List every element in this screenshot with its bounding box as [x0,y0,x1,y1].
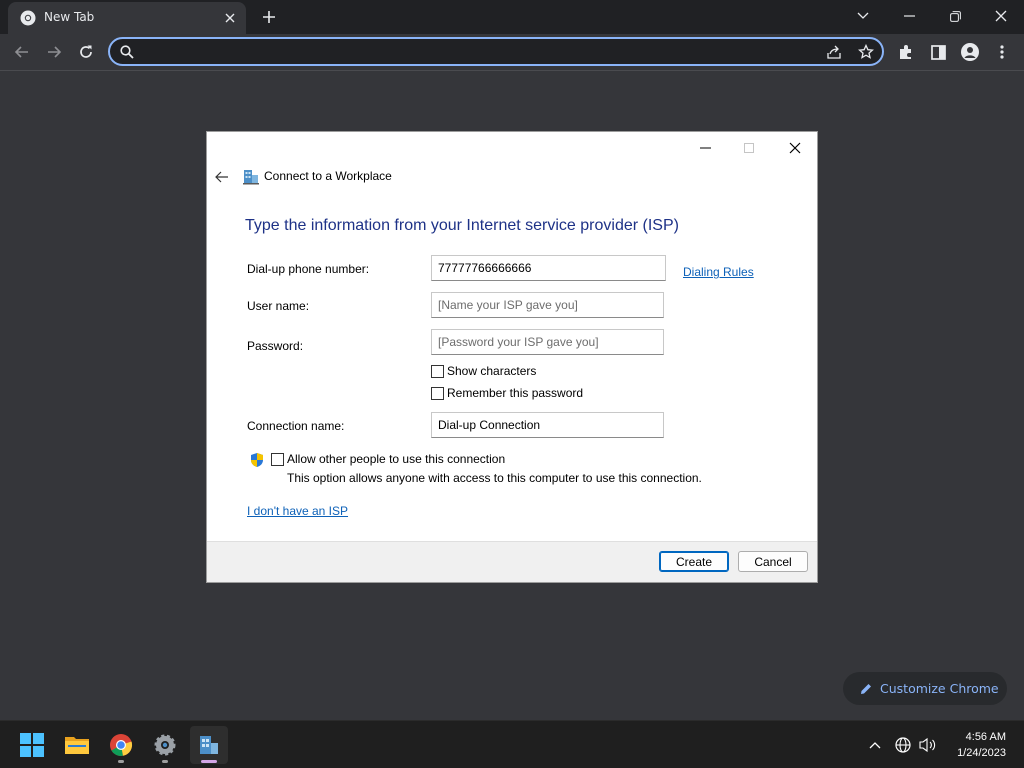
taskbar-settings[interactable] [146,726,184,764]
dialog-window-title: Connect to a Workplace [264,169,392,183]
forward-button[interactable] [41,39,67,65]
dialing-rules-link[interactable]: Dialing Rules [683,265,754,279]
kebab-menu-icon [1000,45,1004,59]
allow-others-checkbox[interactable] [271,452,284,466]
search-icon [119,44,135,60]
password-label: Password: [247,339,304,353]
extensions-button[interactable] [893,39,919,65]
remember-password-checkbox[interactable] [431,386,444,400]
create-button[interactable]: Create [659,551,729,572]
username-label: User name: [247,299,310,313]
cancel-button[interactable]: Cancel [738,551,808,572]
bookmark-star-icon[interactable] [858,44,874,60]
running-indicator [201,760,217,763]
gear-icon [154,734,176,756]
customize-chrome-button[interactable]: Customize Chrome [843,672,1007,705]
taskbar: 4:56 AM 1/24/2023 [0,720,1024,768]
start-button[interactable] [13,726,51,764]
browser-toolbar [0,34,1024,71]
pencil-icon [861,683,871,694]
volume-button[interactable] [919,736,937,754]
show-characters-label: Show characters [447,364,537,378]
new-tab-button[interactable] [258,6,280,28]
dialog-back-button[interactable] [212,167,232,187]
minimize-icon [903,15,915,17]
uac-shield-icon [251,453,263,467]
arrow-right-icon [48,46,62,58]
menu-button[interactable] [989,39,1015,65]
dialog-minimize-button[interactable] [683,134,727,162]
running-indicator [162,760,168,763]
back-button[interactable] [9,39,35,65]
taskbar-chrome[interactable] [102,726,140,764]
globe-icon [895,737,911,753]
phone-number-input[interactable] [431,255,666,281]
windows-logo-icon [20,733,44,757]
reload-icon [80,45,92,58]
chevron-down-icon [857,12,869,19]
arrow-left-icon [215,171,228,183]
dialog-close-button[interactable] [773,134,817,162]
tab-title: New Tab [44,10,95,24]
puzzle-icon [900,45,911,59]
connection-name-input[interactable] [431,412,664,438]
close-icon [789,142,801,154]
side-panel-button[interactable] [925,39,951,65]
minimize-icon [699,147,711,149]
side-panel-icon [930,44,946,60]
password-input[interactable] [431,329,664,355]
clock-time: 4:56 AM [965,731,1006,743]
chrome-icon [20,10,36,26]
dialog-maximize-button [727,134,771,162]
phone-number-label: Dial-up phone number: [247,262,370,276]
arrow-left-icon [14,46,28,58]
taskbar-file-explorer[interactable] [58,726,96,764]
allow-others-label: Allow other people to use this connectio… [287,452,506,466]
reload-button[interactable] [73,39,99,65]
show-characters-option[interactable]: Show characters [431,364,536,378]
share-icon[interactable] [826,44,842,60]
maximize-icon [744,143,754,153]
workplace-network-icon [200,736,218,754]
speaker-icon [919,737,936,753]
close-icon [225,13,235,23]
taskbar-connect-workplace[interactable] [190,726,228,764]
remember-password-option[interactable]: Remember this password [431,386,583,400]
taskbar-clock[interactable]: 4:56 AM 1/24/2023 [957,729,1006,761]
network-status-button[interactable] [894,736,912,754]
no-isp-link[interactable]: I don't have an ISP [247,504,348,518]
show-hidden-icons-button[interactable] [866,736,884,754]
connection-name-label: Connection name: [247,419,345,433]
workplace-network-icon [243,170,259,185]
plus-icon [263,11,275,23]
connect-workplace-dialog: Connect to a Workplace Type the informat… [206,131,818,583]
allow-others-description: This option allows anyone with access to… [287,471,702,485]
restore-button[interactable] [932,0,978,32]
running-indicator [118,760,124,763]
restore-icon [949,10,961,22]
show-characters-checkbox[interactable] [431,364,444,378]
folder-icon [65,737,89,754]
clock-date: 1/24/2023 [957,747,1006,759]
tab-new-tab[interactable]: New Tab [8,2,246,34]
avatar-icon [961,43,979,61]
chrome-icon [110,734,133,756]
close-icon [995,10,1007,22]
tab-search-button[interactable] [840,0,886,32]
remember-password-label: Remember this password [447,386,584,400]
customize-chrome-label: Customize Chrome [880,681,999,696]
username-input[interactable] [431,292,664,318]
dialog-footer: Create Cancel [207,541,817,582]
chevron-up-icon [869,742,881,749]
close-tab-button[interactable] [220,8,240,28]
tab-strip: New Tab [0,0,1024,34]
close-window-button[interactable] [978,0,1024,32]
allow-others-option[interactable]: Allow other people to use this connectio… [271,452,505,466]
profile-button[interactable] [957,39,983,65]
omnibox[interactable] [108,37,884,66]
dialog-heading: Type the information from your Internet … [245,217,679,234]
minimize-button[interactable] [886,0,932,32]
